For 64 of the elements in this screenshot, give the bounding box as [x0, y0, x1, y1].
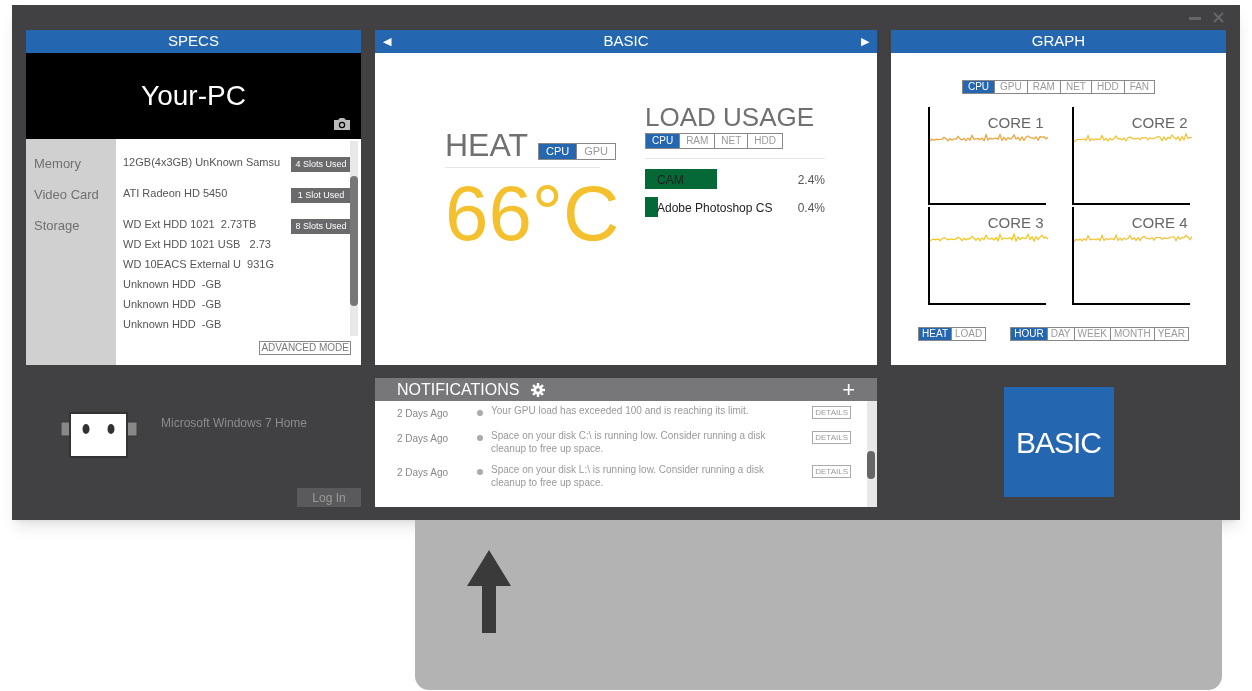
notification-time: 2 Days Ago [397, 407, 450, 421]
notification-time: 2 Days Ago [397, 432, 450, 446]
notification-text: Space on your disk C:\ is running low. Consider running a disk cleanup to free up space. [491, 429, 767, 455]
bullet-icon [477, 435, 483, 441]
spec-value: 12GB(4x3GB) UnKnown Samsu [123, 155, 281, 170]
robot-face-icon [61, 412, 137, 458]
temperature-reading: 66°C [445, 173, 621, 253]
tab[interactable]: YEAR [1153, 328, 1188, 340]
slot-badge: 4 Slots Used [291, 157, 351, 172]
settings-icon[interactable] [531, 382, 546, 397]
details-button[interactable]: DETAILS [812, 406, 851, 419]
bullet-icon [477, 410, 483, 416]
minimize-icon[interactable] [1189, 15, 1201, 20]
details-button[interactable]: DETAILS [812, 431, 851, 444]
tab[interactable]: CPU [538, 144, 577, 159]
next-button[interactable]: ▶ [861, 33, 869, 50]
tab[interactable]: HEAT [919, 328, 952, 340]
notification-time: 2 Days Ago [397, 466, 450, 480]
close-icon[interactable] [1213, 12, 1224, 23]
spec-value: Unknown HDD -GB [123, 297, 222, 312]
load-usage-title: LOAD USAGE [645, 103, 816, 131]
spec-label: Storage [33, 217, 81, 235]
panel-header: SPECS [26, 30, 361, 53]
core-label: CORE 2 [1131, 113, 1188, 133]
process-name: CAM [657, 172, 684, 189]
spec-value: Unknown HDD -GB [123, 277, 222, 292]
spec-value: Unknown HDD -GB [123, 317, 222, 332]
login-button[interactable]: Log In [297, 488, 361, 507]
slot-badge: 1 Slot Used [291, 188, 351, 203]
details-button[interactable]: DETAILS [812, 465, 851, 478]
tab[interactable]: CPU [962, 81, 995, 93]
os-name: Microsoft Windows 7 Home [161, 415, 308, 432]
previous-button[interactable]: ◀ [383, 33, 391, 50]
spec-value: WD Ext HDD 1021 2.73TB [123, 217, 257, 232]
tab[interactable]: CPU [646, 134, 680, 148]
usage-reading: 0.4% [797, 200, 825, 217]
spec-label: Memory [33, 155, 82, 173]
bullet-icon [477, 469, 483, 475]
scrollbar-thumb[interactable] [867, 451, 875, 479]
spec-label: Video Card [33, 186, 100, 204]
notification-text: Your GPU load has exceeded 100 and is reaching its limit. [491, 404, 750, 417]
add-button[interactable]: + [842, 378, 855, 401]
heat-title: HEAT [445, 128, 528, 162]
panel-header: GRAPH [891, 30, 1226, 53]
basic-mode-button[interactable]: BASIC [1003, 387, 1114, 497]
slot-badge: 8 Slots Used [291, 219, 351, 234]
scrollbar-thumb[interactable] [350, 176, 358, 306]
tab[interactable]: HOUR [1011, 328, 1047, 340]
tab[interactable]: DAY [1046, 328, 1074, 340]
spec-value: WD 10EACS External U 931G [123, 257, 274, 272]
core-label: CORE 4 [1131, 213, 1188, 233]
up-arrow-icon[interactable] [467, 550, 511, 633]
panel-title: BASIC [603, 31, 649, 52]
spec-value: WD Ext HDD 1021 USB 2.73 [123, 237, 271, 252]
pc-name: Your-PC [141, 79, 246, 113]
panel-title: NOTIFICATIONS [397, 379, 520, 400]
usage-reading: 2.4% [797, 172, 825, 189]
advanced-mode-button[interactable]: ADVANCED MODE [259, 341, 351, 355]
spec-value: ATI Radeon HD 5450 [123, 186, 228, 201]
tab[interactable]: WEEK [1073, 328, 1110, 340]
notification-text: Space on your disk L:\ is running low. Consider running a disk cleanup to free up space. [491, 463, 765, 489]
camera-icon[interactable] [333, 117, 351, 131]
core-label: CORE 3 [987, 213, 1044, 233]
core-label: CORE 1 [987, 113, 1044, 133]
